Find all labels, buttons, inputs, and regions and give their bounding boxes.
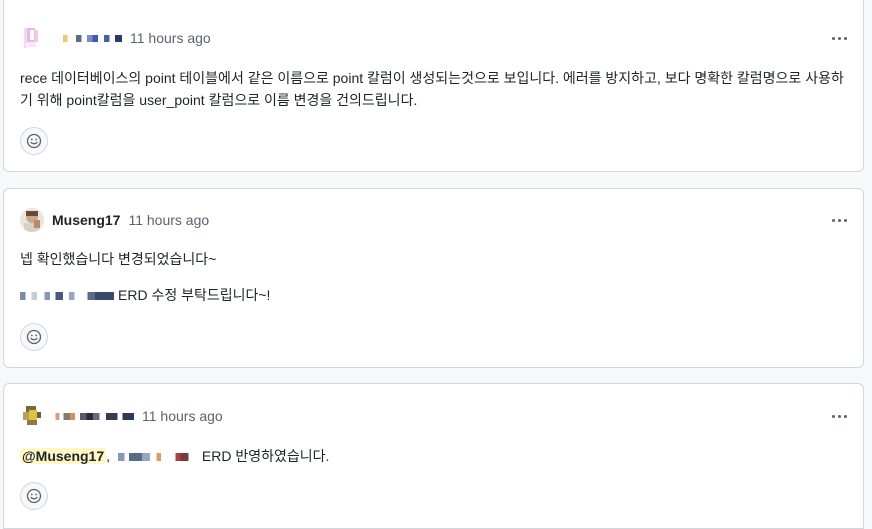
comment-header: Museng17 11 hours ago bbox=[20, 206, 847, 234]
kebab-horizontal-icon[interactable] bbox=[825, 206, 853, 234]
smiley-icon bbox=[26, 329, 42, 345]
comment-author[interactable]: Museng17 bbox=[52, 212, 120, 228]
comment-body: rece 데이터베이스의 point 테이블에서 같은 이름으로 point 칼… bbox=[20, 67, 847, 125]
comment-paragraph: 넵 확인했습니다 변경되었습니다~ bbox=[20, 251, 217, 267]
comment-text: ERD 수정 부탁드립니다~! bbox=[118, 287, 271, 303]
smiley-icon bbox=[26, 488, 42, 504]
kebab-horizontal-icon[interactable] bbox=[825, 402, 853, 430]
avatar[interactable] bbox=[20, 26, 44, 50]
comment-header: 11 hours ago bbox=[20, 402, 847, 430]
smiley-icon bbox=[26, 133, 42, 149]
comment-timestamp[interactable]: 11 hours ago bbox=[130, 30, 211, 46]
mention-separator: , bbox=[106, 448, 111, 464]
kebab-horizontal-icon[interactable] bbox=[825, 24, 853, 52]
author-name-redacted bbox=[52, 34, 122, 42]
comment-body: @Museng17, ERD 반영하였습니다. bbox=[20, 445, 847, 481]
author-name-redacted bbox=[52, 412, 134, 420]
comment-body: 넵 확인했습니다 변경되었습니다~ ERD 수정 부탁드립니다~! bbox=[20, 248, 847, 320]
comment-text: ERD 반영하였습니다. bbox=[201, 448, 330, 464]
redacted-text bbox=[20, 292, 114, 301]
avatar[interactable] bbox=[20, 404, 44, 428]
comment-paragraph-with-redaction: ERD 수정 부탁드립니다~! bbox=[20, 284, 847, 306]
add-reaction-button[interactable] bbox=[20, 127, 48, 155]
redacted-text bbox=[117, 453, 198, 462]
comment-header: 11 hours ago bbox=[20, 24, 847, 52]
comment-card: Museng17 11 hours ago 넵 확인했습니다 변경되었습니다~ … bbox=[3, 188, 864, 368]
comment-card: 11 hours ago @Museng17, ERD 반영하였습니다. bbox=[3, 383, 864, 529]
add-reaction-button[interactable] bbox=[20, 323, 48, 351]
add-reaction-button[interactable] bbox=[20, 482, 48, 510]
comment-card: 11 hours ago rece 데이터베이스의 point 테이블에서 같은… bbox=[3, 0, 864, 172]
comment-timestamp[interactable]: 11 hours ago bbox=[128, 212, 209, 228]
avatar[interactable] bbox=[20, 208, 44, 232]
user-mention[interactable]: @Museng17 bbox=[20, 448, 107, 464]
comment-paragraph-with-mention: @Museng17, ERD 반영하였습니다. bbox=[20, 445, 847, 467]
comment-paragraph: rece 데이터베이스의 point 테이블에서 같은 이름으로 point 칼… bbox=[20, 70, 844, 108]
comment-timestamp[interactable]: 11 hours ago bbox=[142, 408, 223, 424]
